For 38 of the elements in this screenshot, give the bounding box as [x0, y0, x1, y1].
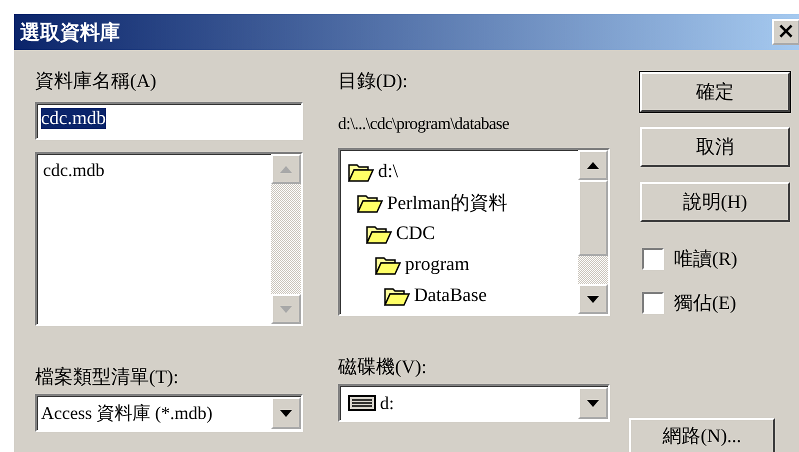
up-arrow-icon — [587, 162, 599, 168]
folder-icon — [348, 162, 374, 182]
close-button[interactable]: × — [772, 19, 799, 45]
down-arrow-icon — [280, 306, 292, 312]
up-arrow-icon — [280, 166, 292, 172]
field-label: 資料庫名稱(A) — [35, 70, 158, 94]
scroll-bar[interactable] — [578, 150, 608, 314]
folder-item[interactable]: d:\ — [340, 156, 578, 187]
field-label: 檔案類型清單(T): — [35, 366, 180, 390]
folder-icon — [375, 254, 401, 274]
dialog-button[interactable]: 說明(H) — [640, 182, 790, 222]
dialog-button[interactable]: 確定 — [640, 72, 790, 112]
dropdown-arrow-icon — [280, 410, 292, 416]
dropdown-arrow-icon — [587, 400, 599, 406]
folder-item[interactable]: Perlman的資料 — [340, 187, 578, 218]
folder-item[interactable]: program — [340, 249, 578, 280]
folder-item[interactable]: DataBase — [340, 280, 578, 311]
window-title: 選取資料庫 — [20, 20, 120, 46]
drive-icon — [348, 395, 376, 411]
directory-path: d:\...\cdc\program\database — [338, 113, 510, 135]
checkbox[interactable] — [642, 292, 664, 314]
field-label: 磁碟機(V): — [338, 356, 428, 380]
checkbox-label: 獨佔(E) — [674, 292, 736, 316]
scroll-bar[interactable] — [271, 154, 301, 324]
dialog-button[interactable]: 取消 — [640, 127, 790, 167]
file-item[interactable]: cdc.mdb — [43, 158, 265, 182]
network-button[interactable]: 網路(N)... — [629, 418, 775, 452]
folder-icon — [366, 224, 392, 244]
file-type-dropdown[interactable]: Access 資料庫 (*.mdb) — [35, 394, 303, 432]
folder-icon — [357, 192, 383, 212]
checkbox-label: 唯讀(R) — [674, 248, 738, 272]
down-arrow-icon — [587, 296, 599, 302]
drive-dropdown[interactable]: d: — [338, 384, 610, 422]
database-name-field[interactable]: cdc.mdb — [35, 102, 303, 140]
folder-item[interactable]: CDC — [340, 218, 578, 249]
folder-icon — [384, 286, 410, 306]
field-label: 目錄(D): — [338, 70, 409, 94]
checkbox[interactable] — [642, 248, 664, 270]
